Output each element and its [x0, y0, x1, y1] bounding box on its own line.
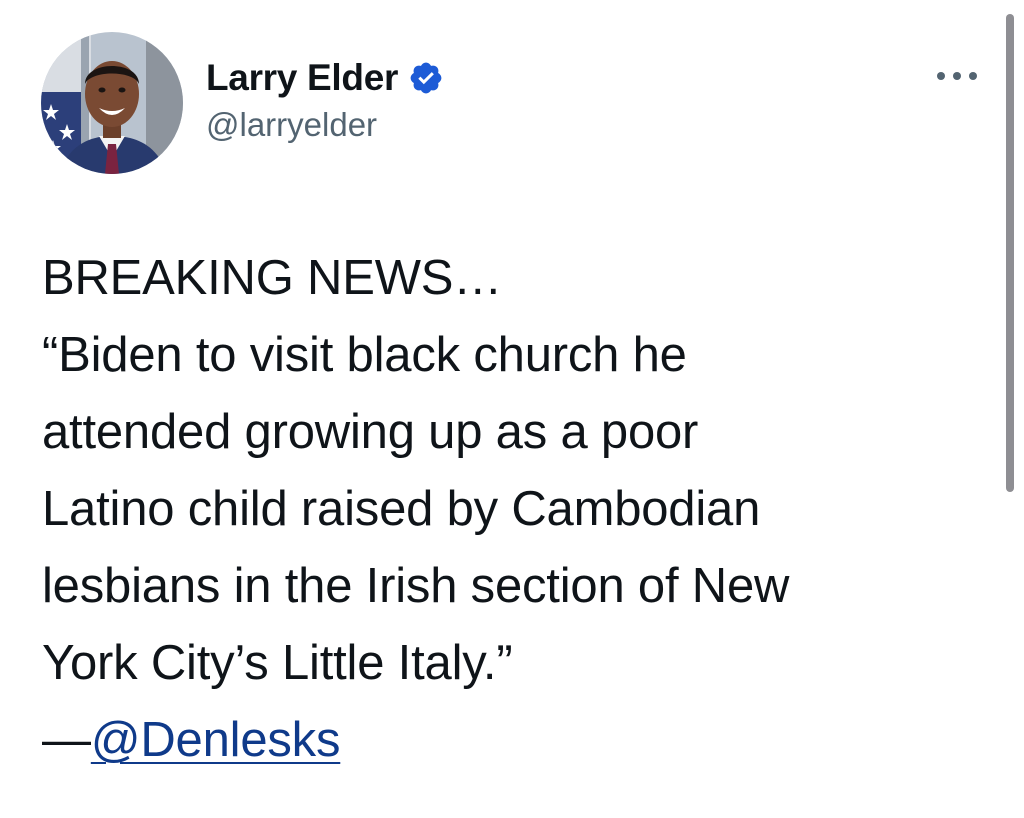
author-handle[interactable]: @larryelder: [206, 106, 444, 144]
more-dots-icon: [937, 72, 977, 80]
avatar[interactable]: [41, 32, 183, 174]
scrollbar[interactable]: [1006, 14, 1014, 492]
attribution-dash: —: [42, 713, 91, 767]
author-display-name[interactable]: Larry Elder: [206, 57, 398, 99]
tweet-card: Larry Elder @larryelder BREAKING NEWS… “…: [0, 0, 1024, 818]
tweet-attribution: —@Denlesks: [42, 702, 972, 779]
more-options-button[interactable]: [932, 56, 982, 96]
author-name-row: Larry Elder: [206, 56, 444, 100]
mention-link[interactable]: @Denlesks: [91, 713, 341, 767]
tweet-quote: “Biden to visit black church he attended…: [42, 328, 790, 690]
author-info: Larry Elder @larryelder: [206, 56, 444, 144]
avatar-portrait-icon: [41, 32, 183, 174]
tweet-text: BREAKING NEWS… “Biden to visit black chu…: [42, 240, 972, 779]
verified-badge-icon: [408, 60, 444, 96]
tweet-headline: BREAKING NEWS…: [42, 251, 503, 305]
